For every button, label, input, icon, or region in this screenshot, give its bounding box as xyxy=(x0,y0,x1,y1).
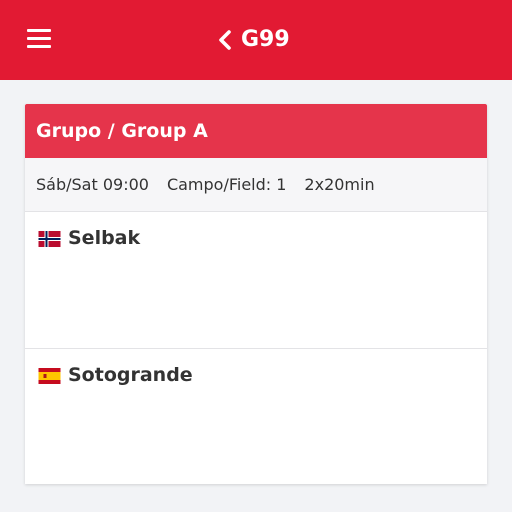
match-card[interactable]: Grupo / Group A Sáb/Sat 09:00 Campo/Fiel… xyxy=(25,104,487,484)
match-day-time: Sáb/Sat 09:00 xyxy=(36,175,149,194)
team-row-away[interactable]: Sotogrande xyxy=(25,348,487,484)
menu-line xyxy=(27,29,51,32)
match-info-row: Sáb/Sat 09:00 Campo/Field: 1 2x20min xyxy=(25,158,487,212)
match-field: Campo/Field: 1 xyxy=(166,175,287,194)
group-title: Grupo / Group A xyxy=(36,120,208,142)
spain-flag-icon xyxy=(38,368,61,384)
top-app-bar: G99 xyxy=(0,0,512,80)
hamburger-menu-icon[interactable] xyxy=(26,27,54,51)
team-row-home[interactable]: Selbak xyxy=(25,212,487,348)
menu-line xyxy=(27,37,51,40)
page-title: G99 xyxy=(241,27,290,52)
norway-flag-icon xyxy=(38,231,61,247)
match-duration: 2x20min xyxy=(304,175,375,194)
team-name: Sotogrande xyxy=(68,364,193,386)
group-header: Grupo / Group A xyxy=(25,104,487,158)
menu-line xyxy=(27,45,51,48)
team-name: Selbak xyxy=(68,227,141,249)
chevron-left-icon xyxy=(219,30,231,50)
back-button[interactable]: G99 xyxy=(218,24,290,56)
